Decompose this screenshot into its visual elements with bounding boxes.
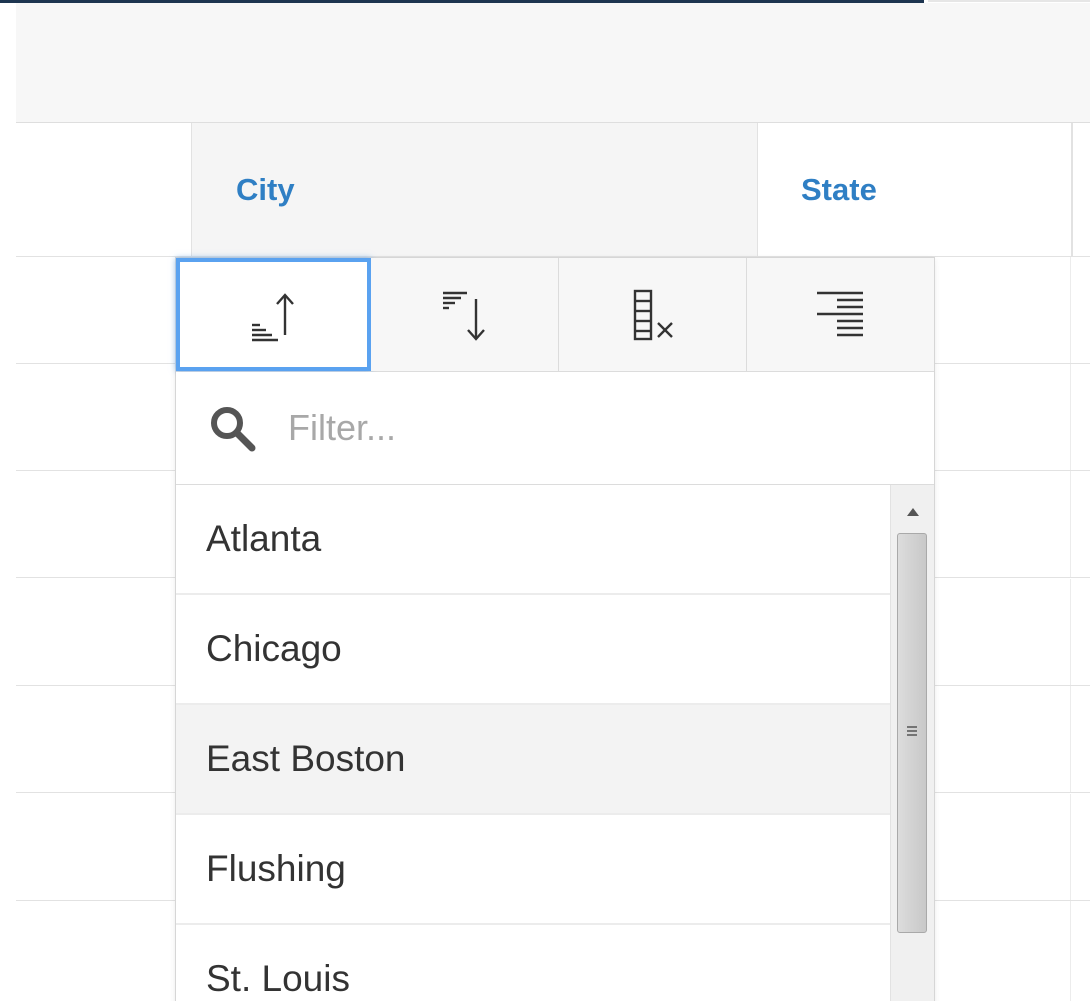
chevron-up-icon [906, 508, 919, 516]
sort-ascending-icon [251, 292, 294, 341]
list-item[interactable]: Atlanta [176, 485, 890, 595]
clear-column-icon [633, 289, 673, 340]
column-header-state[interactable]: State [758, 123, 1072, 256]
list-item[interactable]: Chicago [176, 595, 890, 705]
value-list: Atlanta Chicago East Boston Flushing St.… [176, 485, 890, 1001]
scroll-up-button[interactable] [891, 497, 934, 527]
scrollbar-thumb[interactable] [897, 533, 927, 933]
page: City State Filter... Atlanta Chicago Eas… [0, 0, 1090, 1001]
filter-input[interactable] [286, 406, 890, 450]
top-strip-right [928, 0, 1090, 2]
grid-header: City State [16, 123, 1090, 257]
align-right-button[interactable] [747, 258, 934, 371]
sort-descending-button[interactable] [371, 258, 559, 371]
column-header-label: State [801, 171, 877, 207]
left-gutter [0, 3, 16, 1001]
sort-toolbar [176, 258, 934, 372]
header-cell-blank [16, 123, 192, 256]
align-right-icon [816, 291, 863, 336]
list-item[interactable]: St. Louis [176, 925, 890, 1001]
sort-descending-icon [442, 291, 485, 341]
list-item[interactable]: Flushing [176, 815, 890, 925]
column-header-more[interactable] [1072, 123, 1090, 256]
column-filter-menu: Atlanta Chicago East Boston Flushing St.… [175, 257, 935, 1001]
grip-icon [907, 726, 917, 736]
search-icon [211, 407, 256, 452]
filter-row [176, 372, 934, 485]
column-header-city[interactable]: City [192, 123, 758, 256]
list-item[interactable]: East Boston [176, 705, 890, 815]
column-header-label: City [236, 171, 295, 207]
sort-ascending-button[interactable] [176, 258, 371, 371]
clear-column-button[interactable] [559, 258, 747, 371]
toolbar-band [16, 3, 1090, 123]
list-scrollbar[interactable] [890, 485, 934, 1001]
